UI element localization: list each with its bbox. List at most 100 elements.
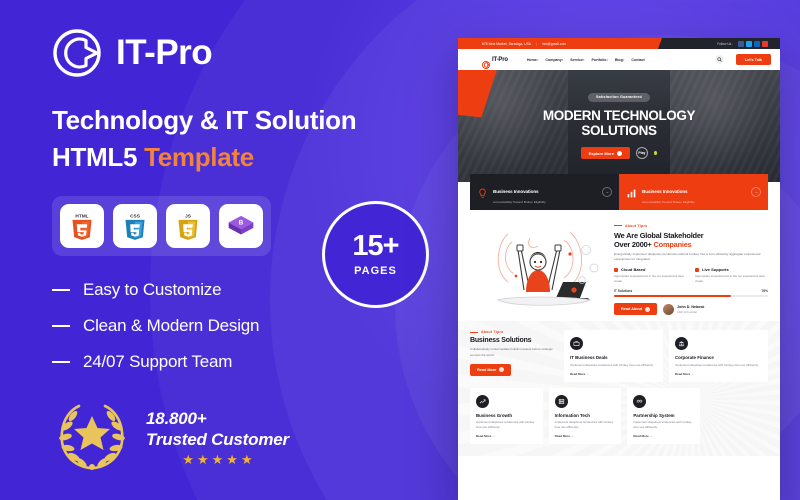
services-row-1: About Tipro Business Solutions Collabora… bbox=[470, 330, 768, 382]
dash-icon bbox=[52, 289, 70, 292]
javascript-icon: JS bbox=[166, 204, 210, 249]
chart-icon bbox=[626, 186, 637, 198]
progress-bar bbox=[614, 295, 768, 298]
topbar-social: Follow Us : bbox=[653, 38, 780, 49]
person-text: John D. Nebosk CEO & Founder bbox=[677, 305, 704, 314]
nav-label: Company bbox=[545, 57, 562, 62]
service-card-business-growth[interactable]: Business Growth Implement ubiquitous ten… bbox=[470, 387, 543, 444]
brand: IT-Pro bbox=[52, 28, 450, 78]
feature-name: Live Supports bbox=[702, 267, 729, 273]
topbar-email: info@gmail.com bbox=[541, 41, 567, 46]
star-icon: ★ bbox=[226, 451, 238, 467]
mockup-hero: Satisfaction Guaranteed MODERN TECHNOLOG… bbox=[458, 70, 780, 182]
pages-count-badge: 15+ PAGES bbox=[322, 201, 429, 308]
progress-block: IT Solutions 76% bbox=[614, 289, 768, 298]
service-desc: Implement ubiquitous tendencies with tur… bbox=[554, 420, 614, 430]
twitter-icon[interactable] bbox=[746, 40, 752, 47]
feature-item: 24/07 Support Team bbox=[52, 352, 450, 372]
lightbulb-icon bbox=[477, 186, 488, 199]
services-read-more-button[interactable]: Read More bbox=[470, 363, 512, 376]
about-feature-live-supports: Live Supports Appropriate empowerment in… bbox=[695, 267, 768, 283]
services-eyebrow: About Tipro bbox=[470, 330, 558, 334]
feature-desc: Appropriate empowerment in the our exper… bbox=[695, 274, 765, 283]
service-card-partnership-system[interactable]: Partnership System Implement ubiquitous … bbox=[627, 387, 701, 444]
chevron-down-icon: ▾ bbox=[622, 57, 625, 62]
feature-title-row: Cloud Based bbox=[614, 267, 687, 272]
nav-item-company[interactable]: Company▾ bbox=[545, 58, 563, 62]
nav-item-home[interactable]: Home▾ bbox=[527, 58, 539, 62]
dash-icon bbox=[52, 325, 70, 328]
arrow-right-icon[interactable]: → bbox=[751, 186, 761, 197]
services-spacer bbox=[706, 388, 768, 444]
services-heading: Business Solutions bbox=[470, 337, 532, 345]
person-name: John D. Nebosk bbox=[677, 304, 705, 309]
square-bullet-icon bbox=[614, 267, 618, 272]
person-role: CEO & Founder bbox=[677, 309, 698, 314]
service-card-corporate-finance[interactable]: Corporate Finance Implement ubiquitous t… bbox=[669, 330, 768, 382]
service-card-it-business-deals[interactable]: IT Business Deals Implement ubiquitous t… bbox=[564, 330, 663, 382]
services-row-2: Business Growth Implement ubiquitous ten… bbox=[470, 387, 768, 444]
gear-icon bbox=[616, 150, 622, 156]
star-icon: ★ bbox=[211, 451, 224, 467]
hero-accent-dot bbox=[653, 151, 658, 155]
eyebrow-line-icon bbox=[614, 225, 622, 226]
trust-label: Trusted Customer bbox=[146, 429, 289, 449]
person-celebrating-laptop-illustration bbox=[468, 220, 608, 312]
mockup-menu: Home▾ Company▾ Service▾ Portfolio▾ Blog▾… bbox=[527, 58, 645, 62]
search-icon[interactable] bbox=[714, 55, 724, 64]
service-read-more-link[interactable]: Read More → bbox=[476, 434, 537, 438]
bank-icon bbox=[675, 337, 688, 351]
nav-item-service[interactable]: Service▾ bbox=[570, 58, 584, 62]
linkedin-icon[interactable] bbox=[754, 40, 760, 47]
c-ring-logo-icon bbox=[52, 28, 102, 78]
nav-item-portfolio[interactable]: Portfolio▾ bbox=[592, 58, 608, 62]
feature-label: 24/07 Support Team bbox=[83, 352, 233, 372]
hero-actions: Explore More Play bbox=[580, 147, 658, 160]
about-feature-row: Cloud Based Appropriate empowerment in t… bbox=[614, 267, 768, 283]
explore-more-button[interactable]: Explore More bbox=[580, 147, 630, 160]
handshake-icon bbox=[633, 394, 647, 408]
play-button[interactable]: Play bbox=[635, 147, 648, 160]
innovation-title: Business Innovations bbox=[642, 189, 688, 194]
trust-text: 18.800+ Trusted Customer ★ ★ ★ ★ ★ bbox=[146, 409, 289, 466]
dash-icon bbox=[52, 361, 70, 364]
nav-item-blog[interactable]: Blog▾ bbox=[615, 58, 625, 62]
service-card-information-tech[interactable]: Information Tech Implement ubiquitous te… bbox=[548, 387, 622, 444]
service-desc: Implement ubiquitous tendencies with tur… bbox=[476, 420, 535, 430]
lets-talk-button[interactable]: Let's Talk bbox=[735, 54, 771, 65]
mockup-topbar: 678 New Market, Saratoga, USA | info@gma… bbox=[458, 38, 780, 49]
read-about-button[interactable]: Read About bbox=[614, 303, 658, 316]
server-icon bbox=[554, 394, 568, 408]
headline-html5: HTML5 bbox=[52, 141, 145, 172]
arrow-right-icon[interactable]: → bbox=[602, 186, 612, 197]
service-read-more-link[interactable]: Read More → bbox=[675, 372, 762, 376]
facebook-icon[interactable] bbox=[738, 40, 744, 47]
svg-text:JS: JS bbox=[185, 214, 191, 220]
hero-title-line-2: SOLUTIONS bbox=[581, 123, 657, 138]
hero-title-line-1: MODERN TECHNOLOGY bbox=[542, 107, 696, 123]
chevron-down-icon: ▾ bbox=[536, 57, 539, 62]
about-section: About Tipro We Are Global Stakeholder Ov… bbox=[458, 209, 780, 322]
innovation-card-text: Business Innovations Accountability Towa… bbox=[493, 180, 546, 204]
service-read-more-link[interactable]: Read More → bbox=[633, 434, 694, 438]
progress-value: 76% bbox=[761, 289, 768, 294]
feature-item: Clean & Modern Design bbox=[52, 316, 450, 336]
innovation-subtitle: Accountability Toward Broker Eligibility bbox=[642, 199, 695, 204]
trust-count: 18.800+ bbox=[146, 408, 207, 428]
eyebrow-line-icon bbox=[470, 331, 478, 333]
hero-button-label: Explore More bbox=[588, 150, 614, 156]
service-title: Information Tech bbox=[554, 412, 590, 418]
innovation-card-text: Business Innovations Accountability Towa… bbox=[642, 180, 695, 204]
mockup-logo[interactable]: IT-Pro bbox=[482, 56, 508, 69]
innovation-card-orange[interactable]: Business Innovations Accountability Towa… bbox=[619, 174, 768, 210]
service-read-more-link[interactable]: Read More → bbox=[570, 372, 657, 376]
nav-item-contact[interactable]: Contact bbox=[631, 58, 644, 62]
innovation-card-dark[interactable]: Business Innovations Accountability Towa… bbox=[470, 174, 619, 210]
service-read-more-link[interactable]: Read More → bbox=[555, 434, 616, 438]
services-section: About Tipro Business Solutions Collabora… bbox=[458, 321, 780, 456]
about-heading-accent: Companies bbox=[653, 239, 692, 249]
svg-text:CSS: CSS bbox=[130, 214, 140, 220]
laurel-wreath-star-icon bbox=[52, 398, 132, 476]
svg-text:HTML: HTML bbox=[75, 214, 88, 220]
youtube-icon[interactable] bbox=[762, 40, 768, 47]
